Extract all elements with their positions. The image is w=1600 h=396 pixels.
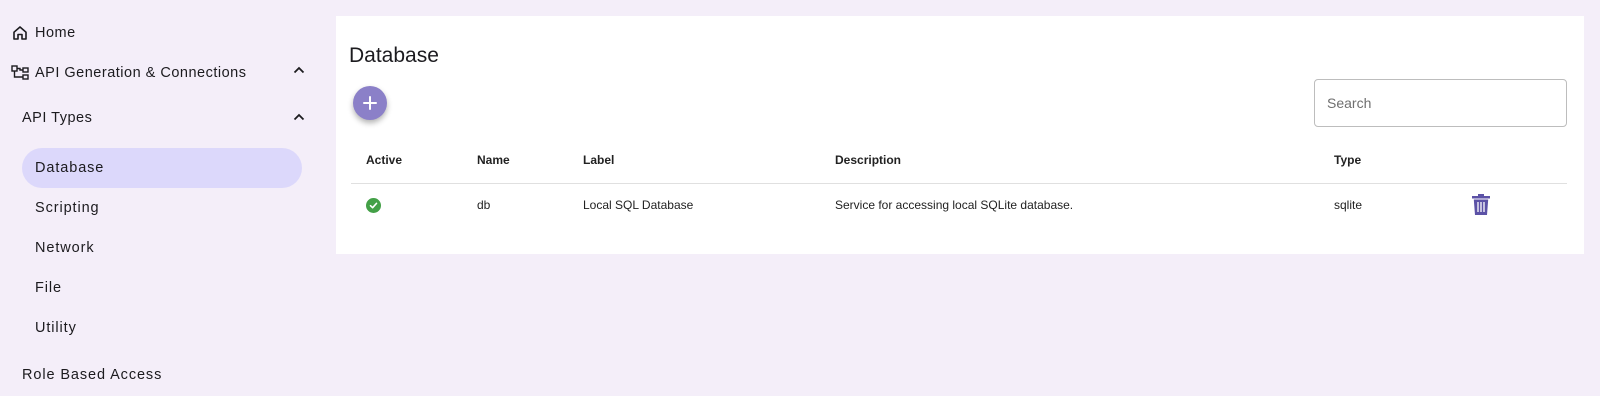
cell-description: Service for accessing local SQLite datab… bbox=[835, 198, 1074, 212]
add-service-button[interactable] bbox=[353, 86, 387, 120]
sidebar-item-label: File bbox=[35, 280, 62, 296]
cell-label: Local SQL Database bbox=[583, 198, 694, 212]
column-header-description[interactable]: Description bbox=[835, 153, 901, 167]
page-title: Database bbox=[349, 44, 439, 67]
cell-type: sqlite bbox=[1334, 198, 1363, 212]
sidebar-item-home-label: Home bbox=[35, 25, 76, 41]
check-circle-icon bbox=[366, 198, 381, 213]
plus-icon bbox=[363, 96, 377, 110]
sidebar-group-api-types-label: API Types bbox=[22, 110, 93, 126]
sidebar: Home API Generation & Connections API Ty… bbox=[0, 0, 314, 396]
table-divider bbox=[351, 183, 1567, 184]
sidebar-item-api-generation-label: API Generation & Connections bbox=[35, 65, 247, 81]
sidebar-item-label: Database bbox=[35, 160, 105, 176]
sidebar-item-label: Utility bbox=[35, 320, 77, 336]
sidebar-item-home[interactable]: Home bbox=[10, 23, 76, 43]
sidebar-item-api-generation[interactable]: API Generation & Connections bbox=[10, 63, 246, 83]
sidebar-item-file[interactable]: File bbox=[22, 268, 302, 308]
column-header-type[interactable]: Type bbox=[1334, 153, 1361, 167]
sidebar-item-label: Network bbox=[35, 240, 95, 256]
column-header-label[interactable]: Label bbox=[583, 153, 614, 167]
sidebar-item-role-based-access[interactable]: Role Based Access bbox=[22, 367, 162, 383]
chevron-up-icon[interactable] bbox=[292, 110, 306, 124]
trash-icon bbox=[1472, 194, 1490, 215]
hierarchy-icon bbox=[10, 63, 30, 83]
sidebar-item-scripting[interactable]: Scripting bbox=[22, 188, 302, 228]
cell-name: db bbox=[477, 198, 491, 212]
sidebar-item-label: Scripting bbox=[35, 200, 100, 216]
sidebar-item-database[interactable]: Database bbox=[22, 148, 302, 188]
database-card: Database Active Name Label Description T… bbox=[336, 16, 1584, 254]
app-root: Home API Generation & Connections API Ty… bbox=[0, 0, 1600, 396]
delete-button[interactable] bbox=[1469, 192, 1493, 218]
search-input[interactable] bbox=[1314, 79, 1567, 127]
column-header-active[interactable]: Active bbox=[366, 153, 402, 167]
sidebar-item-role-based-access-label: Role Based Access bbox=[22, 367, 163, 383]
column-header-name[interactable]: Name bbox=[477, 153, 510, 167]
sidebar-item-network[interactable]: Network bbox=[22, 228, 302, 268]
home-icon bbox=[10, 23, 30, 43]
sidebar-group-api-types[interactable]: API Types bbox=[22, 110, 92, 126]
sidebar-item-utility[interactable]: Utility bbox=[22, 308, 302, 348]
chevron-up-icon[interactable] bbox=[292, 63, 306, 77]
